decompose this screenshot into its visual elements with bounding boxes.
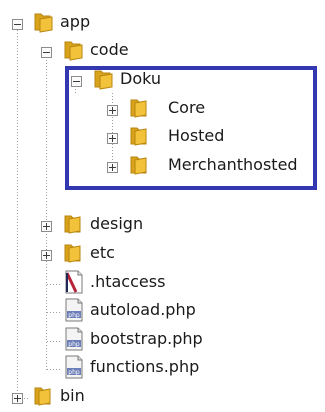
php-icon-text: php bbox=[68, 369, 80, 376]
php-icon-text: php bbox=[68, 312, 80, 319]
tree-label: design bbox=[90, 214, 144, 233]
collapse-toggle-icon[interactable] bbox=[41, 47, 52, 58]
expand-toggle-icon[interactable] bbox=[41, 221, 52, 232]
tree-label: bin bbox=[60, 386, 85, 405]
tree-row-etc[interactable]: etc bbox=[0, 241, 130, 269]
folder-open-icon bbox=[34, 13, 53, 33]
tree-label: .htaccess bbox=[90, 272, 166, 291]
expand-toggle-icon[interactable] bbox=[41, 250, 52, 261]
tree-label: bootstrap.php bbox=[90, 329, 203, 348]
tree-row-app[interactable]: app bbox=[0, 10, 120, 38]
collapse-toggle-icon[interactable] bbox=[12, 19, 23, 30]
expand-toggle-icon[interactable] bbox=[12, 393, 23, 404]
tree-row-bin[interactable]: bin bbox=[0, 384, 120, 412]
php-icon-text: php bbox=[68, 341, 80, 348]
tree-label: code bbox=[90, 40, 129, 59]
tree-label: app bbox=[60, 12, 91, 31]
tree-row-autoload[interactable]: php autoload.php bbox=[0, 298, 220, 326]
tree-row-bootstrap[interactable]: php bootstrap.php bbox=[0, 327, 230, 355]
tree-row-design[interactable]: design bbox=[0, 212, 160, 240]
tree-label: autoload.php bbox=[90, 300, 196, 319]
htaccess-file-icon bbox=[65, 270, 83, 294]
file-tree: app code Doku Core Hosted Merchanthosted… bbox=[0, 0, 325, 410]
tree-row-functions[interactable]: php functions.php bbox=[0, 355, 230, 383]
folder-icon bbox=[64, 215, 81, 234]
folder-icon bbox=[34, 387, 51, 406]
php-file-icon: php bbox=[65, 298, 83, 322]
highlight-rectangle bbox=[65, 66, 317, 190]
tree-label: functions.php bbox=[90, 357, 200, 376]
php-file-icon: php bbox=[65, 355, 83, 379]
tree-row-htaccess[interactable]: .htaccess bbox=[0, 270, 180, 298]
tree-row-code[interactable]: code bbox=[0, 38, 150, 66]
folder-open-icon bbox=[64, 41, 83, 61]
php-file-icon: php bbox=[65, 327, 83, 351]
folder-icon bbox=[64, 244, 81, 263]
tree-label: etc bbox=[90, 243, 115, 262]
